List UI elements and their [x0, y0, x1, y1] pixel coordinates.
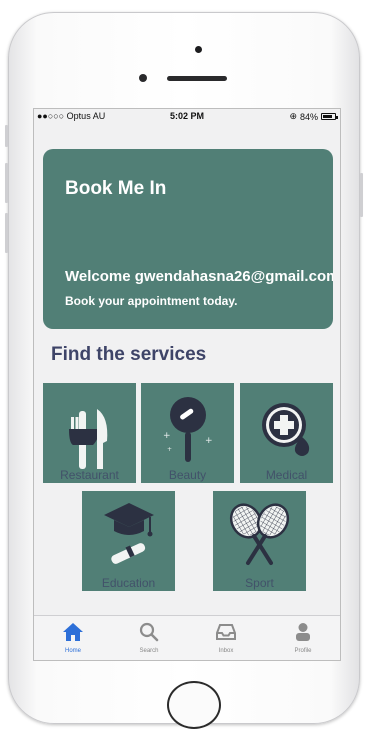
tab-label: Search — [139, 648, 159, 654]
battery-icon — [321, 113, 338, 120]
welcome-message: Welcome gwendahasna26@gmail.com — [65, 268, 333, 285]
service-label: Medical — [265, 468, 308, 482]
status-bar: ●●○○○ Optus AU 5:02 PM ⊕ 84% — [34, 109, 340, 123]
tab-label: Home — [64, 648, 81, 654]
tab-home[interactable]: Home — [48, 622, 98, 654]
profile-icon — [296, 623, 310, 641]
service-tile-education[interactable]: Education — [82, 491, 175, 591]
volume-up-button — [5, 163, 8, 203]
service-label: Restaurant — [60, 468, 119, 482]
app-screen: ●●○○○ Optus AU 5:02 PM ⊕ 84% Book Me In … — [33, 108, 341, 661]
service-tile-medical[interactable]: Medical — [240, 383, 333, 483]
service-tile-sport[interactable]: Sport — [213, 491, 306, 591]
proximity-sensor — [139, 74, 147, 82]
tab-label: Inbox — [218, 648, 234, 654]
hero-card: Book Me In Welcome gwendahasna26@gmail.c… — [43, 149, 333, 329]
hero-subtitle: Book your appointment today. — [65, 294, 238, 308]
service-tile-restaurant[interactable]: Restaurant — [43, 383, 136, 483]
service-label: Education — [101, 576, 156, 590]
svg-text:+: + — [167, 446, 172, 453]
service-label: Beauty — [168, 468, 207, 482]
earpiece-speaker — [167, 76, 227, 81]
tab-bar: Home Search Inbox Profile — [34, 615, 340, 660]
front-camera — [195, 46, 202, 53]
services-heading: Find the services — [51, 344, 207, 365]
service-label: Sport — [245, 576, 274, 590]
service-tile-beauty[interactable]: + + + Beauty — [141, 383, 234, 483]
mute-switch — [5, 125, 8, 147]
svg-text:+: + — [163, 431, 171, 441]
volume-down-button — [5, 213, 8, 253]
app-title: Book Me In — [65, 178, 167, 199]
rotation-lock-icon: ⊕ — [289, 111, 297, 121]
search-icon — [139, 622, 159, 642]
tab-search[interactable]: Search — [124, 622, 174, 654]
tab-profile[interactable]: Profile — [278, 622, 328, 654]
home-button[interactable] — [167, 681, 221, 729]
battery-percent: 84% — [299, 111, 318, 122]
inbox-icon — [216, 624, 236, 640]
home-icon — [63, 623, 83, 641]
svg-text:+: + — [205, 436, 213, 446]
power-button — [360, 173, 363, 217]
tab-label: Profile — [294, 648, 312, 654]
tab-inbox[interactable]: Inbox — [201, 622, 251, 654]
